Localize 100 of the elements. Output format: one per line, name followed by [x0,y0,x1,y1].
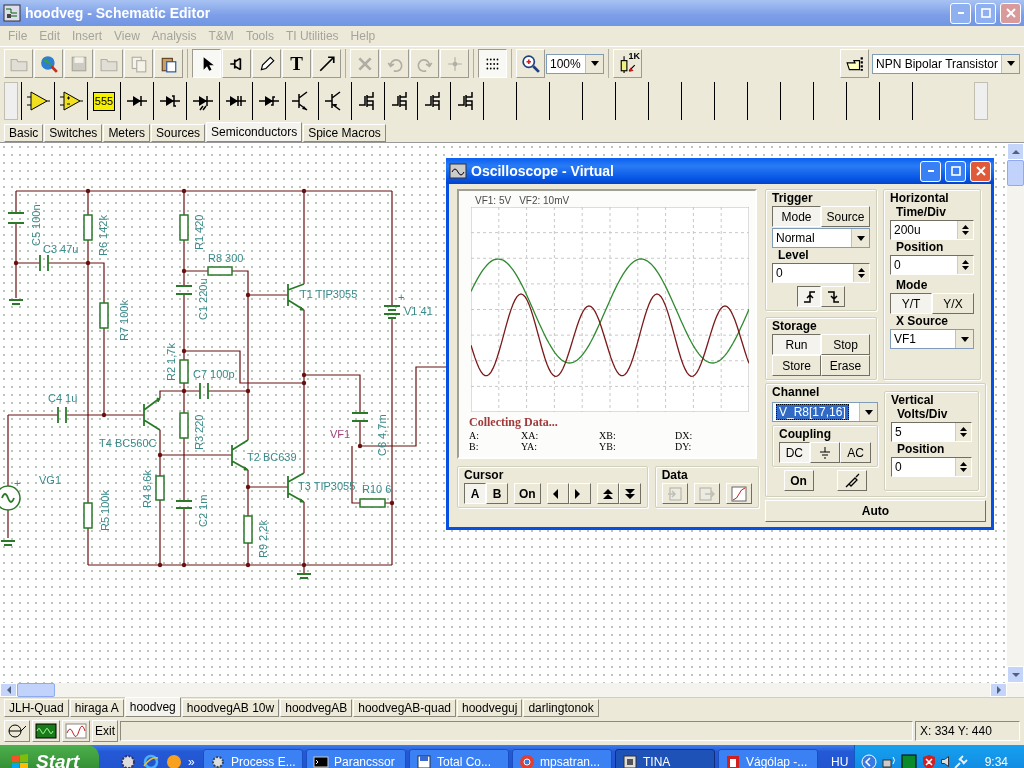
tab[interactable]: Semiconductors [206,122,303,142]
mode-button[interactable]: Source [821,206,870,227]
tab[interactable]: Spice Macros [303,124,386,142]
taskbar-button[interactable]: Parancssor [306,749,406,768]
cursor-button[interactable]: On [514,483,541,504]
scroll-down-button[interactable] [1007,666,1024,683]
cursor-button[interactable] [596,483,619,504]
cursor-button[interactable]: A [464,483,486,504]
mode-button[interactable]: Y/X [932,293,974,314]
tab[interactable]: Switches [44,124,103,142]
mode-button[interactable]: Mode [772,206,821,227]
resistor-button[interactable]: 1K [613,49,642,78]
taskbar-button[interactable]: Vágólap -... [718,749,818,768]
quick-launch-button[interactable] [119,753,136,768]
analyzer-button[interactable] [62,719,90,742]
schematic-canvas[interactable] [0,143,1007,683]
scrollbar[interactable] [1007,143,1024,683]
browser-e-icon [142,753,159,768]
cursor-button[interactable] [546,483,569,504]
dropdown[interactable]: Normal [772,228,870,248]
coupling-button[interactable] [809,442,841,463]
edge-button[interactable] [797,286,821,307]
scroll-thumb[interactable] [1007,160,1024,186]
pick-button[interactable] [840,49,869,78]
field-label: Position [896,443,946,456]
tab[interactable]: hoodvegAB [280,699,353,717]
component-dropdown[interactable]: NPN Bipolar Transistor [872,53,1020,74]
probe-button[interactable] [836,470,867,491]
scroll-up-button[interactable] [1007,143,1024,160]
spin-field[interactable]: 0 [890,255,974,275]
cursor-button[interactable] [618,483,641,504]
maximize-button[interactable] [945,160,966,182]
auto-button[interactable]: Auto [765,500,986,522]
quick-launch-button[interactable] [142,753,159,768]
taskbar-button[interactable]: TINA [615,749,715,768]
zoom-button[interactable] [516,49,545,78]
spin-field[interactable]: 0 [891,457,972,477]
dropdown[interactable]: V_R8[17,16] [772,402,878,422]
scroll-thumb[interactable] [17,683,55,697]
close-button[interactable] [970,160,991,182]
spin-button[interactable] [853,264,869,282]
close-icon [974,165,987,177]
tab[interactable]: hoodvegAB 10w [181,699,280,717]
overflow-chevron[interactable]: » [188,754,195,768]
taskbar-button[interactable]: Process E... [203,749,303,768]
component-label: R9 2,2k [257,520,269,558]
spin-field[interactable]: 200u [890,220,974,240]
storage-button[interactable]: Run [772,334,821,355]
component-label: C4 1u [48,392,78,404]
spin-button[interactable] [957,256,973,274]
spin-button[interactable] [957,221,973,239]
oscilloscope-button[interactable] [32,719,60,742]
storage-button[interactable]: Erase [821,355,870,376]
spin-field[interactable]: 5 [891,422,972,442]
group-title: Data [661,468,689,482]
mode-button[interactable]: Y/T [890,293,932,314]
globe-icon [165,753,182,768]
on-button[interactable]: On [783,470,814,491]
storage-button[interactable]: Store [772,355,821,376]
dropdown[interactable]: VF1 [890,329,974,349]
language-indicator[interactable]: HU [823,754,855,768]
readout-label: YB: [599,441,617,452]
minimize-button[interactable] [920,160,941,182]
wire-button[interactable] [222,49,251,78]
web-button[interactable] [34,49,63,78]
tab[interactable]: darlingtonok [523,699,599,717]
tab[interactable]: JLH-Quad [4,699,69,717]
scrollbar[interactable] [0,683,1024,697]
tab[interactable]: hiraga A [69,699,124,717]
spin-button[interactable] [955,458,971,476]
storage-button[interactable]: Stop [821,334,870,355]
zoom-dropdown[interactable]: 100% [546,53,604,74]
paste-button[interactable] [154,49,183,78]
coupling-button[interactable]: DC [779,442,810,463]
start-button[interactable]: Start [0,745,99,768]
tab[interactable]: Sources [151,124,206,142]
palette-item[interactable]: 555 [88,85,120,117]
group-title: Horizontal [890,191,950,205]
spin-button[interactable] [955,423,971,441]
taskbar-button[interactable]: Total Co... [409,749,509,768]
coupling-button[interactable]: AC [840,442,871,463]
line-button[interactable] [312,49,341,78]
cursor-button[interactable]: B [486,483,508,504]
probe-tool-button[interactable] [4,719,30,742]
tab[interactable]: hoodveg [124,697,181,717]
tab[interactable]: Meters [103,124,151,142]
tab[interactable]: hoodveguj [457,699,523,717]
cursor-button[interactable] [568,483,591,504]
taskbar-button[interactable]: mpsatran... [512,749,612,768]
tab[interactable]: Basic [4,124,44,142]
exit-button[interactable]: Exit [92,719,118,742]
pointer-button[interactable] [192,49,221,78]
spin-field[interactable]: 0 [772,263,870,283]
minimize-icon [957,12,964,14]
readout-label: XA: [521,430,540,441]
tab[interactable]: hoodvegAB-quad [353,699,456,717]
pencil-button[interactable] [252,49,281,78]
text-tool-button[interactable]: T [282,49,311,78]
grid-button[interactable] [478,49,507,78]
data-button[interactable] [725,483,752,504]
